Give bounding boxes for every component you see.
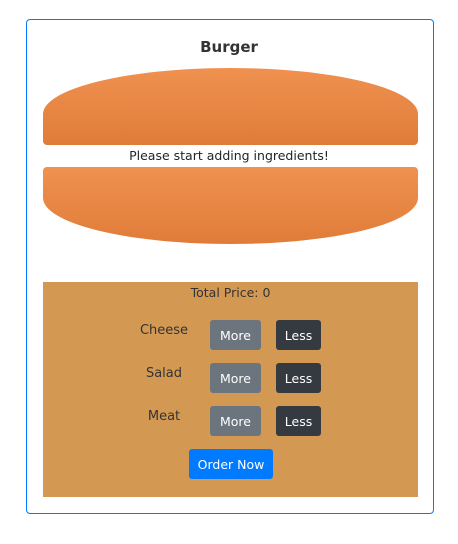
ingredient-label: Meat — [147, 409, 181, 424]
ingredient-row-cheese: Cheese More Less — [43, 320, 418, 350]
salad-less-button[interactable]: Less — [276, 363, 321, 393]
ingredient-row-meat: Meat More Less — [43, 406, 418, 436]
build-controls: Total Price: 0 Cheese More Less Salad Mo… — [43, 282, 418, 497]
burger-title: Burger — [200, 38, 258, 56]
ingredient-row-salad: Salad More Less — [43, 363, 418, 393]
salad-more-button[interactable]: More — [210, 363, 261, 393]
ingredient-label: Salad — [145, 366, 183, 381]
total-price: Total Price: 0 — [190, 285, 271, 300]
cheese-more-button[interactable]: More — [210, 320, 261, 350]
cheese-less-button[interactable]: Less — [276, 320, 321, 350]
meat-less-button[interactable]: Less — [276, 406, 321, 436]
meat-more-button[interactable]: More — [210, 406, 261, 436]
order-now-button[interactable]: Order Now — [189, 449, 273, 479]
ingredient-label: Cheese — [139, 323, 189, 338]
empty-burger-message: Please start adding ingredients! — [129, 148, 329, 163]
